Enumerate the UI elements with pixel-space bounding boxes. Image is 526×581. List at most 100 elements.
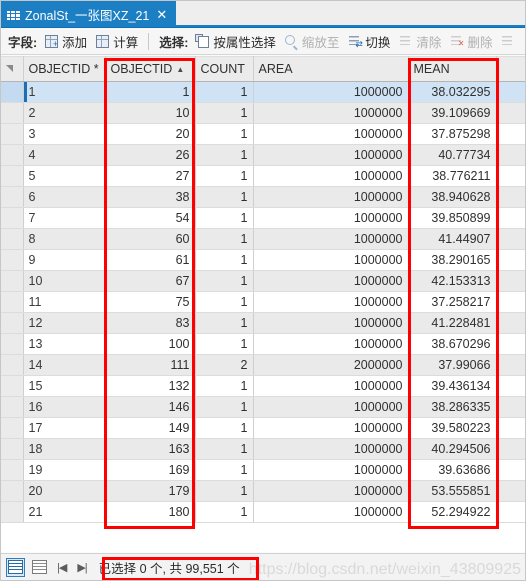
cell-count[interactable]: 1 [195, 207, 254, 229]
cell-blank[interactable] [496, 354, 525, 376]
cell-mean[interactable]: 38.032295 [408, 81, 497, 103]
cell-blank[interactable] [496, 207, 525, 229]
row-selector[interactable] [1, 375, 24, 397]
cell-objectid[interactable]: 163 [105, 438, 196, 460]
cell-count[interactable]: 1 [195, 102, 254, 124]
cell-count[interactable]: 1 [195, 312, 254, 334]
cell-blank[interactable] [496, 81, 525, 103]
cell-mean[interactable]: 41.228481 [408, 312, 497, 334]
cell-count[interactable]: 1 [195, 438, 254, 460]
switch-selection-button[interactable]: ⇄ 切换 [344, 31, 395, 52]
row-selector[interactable] [1, 186, 24, 208]
table-row[interactable]: 6 38 1 1000000 38.940628 [1, 186, 525, 208]
select-by-attributes-button[interactable]: 按属性选择 [192, 31, 281, 52]
cell-objectid-selected[interactable]: 1 [23, 81, 106, 103]
cell-area[interactable]: 1000000 [253, 375, 409, 397]
cell-blank[interactable] [496, 501, 525, 523]
cell-mean[interactable]: 39.850899 [408, 207, 497, 229]
table-row[interactable]: 2 10 1 1000000 39.109669 [1, 102, 525, 124]
table-row[interactable]: 10 67 1 1000000 42.153313 [1, 270, 525, 292]
cell-objectid[interactable]: 180 [105, 501, 196, 523]
cell-count[interactable]: 1 [195, 459, 254, 481]
cell-objectid[interactable]: 1 [105, 81, 196, 103]
cell-area[interactable]: 1000000 [253, 480, 409, 502]
cell-mean[interactable]: 38.776211 [408, 165, 497, 187]
cell-area[interactable]: 1000000 [253, 501, 409, 523]
table-row[interactable]: 21 180 1 1000000 52.294922 [1, 501, 525, 523]
cell-objectid-selected[interactable]: 21 [23, 501, 106, 523]
column-header-count[interactable]: COUNT [195, 56, 254, 82]
cell-count[interactable]: 1 [195, 165, 254, 187]
cell-objectid-selected[interactable]: 19 [23, 459, 106, 481]
cell-blank[interactable] [496, 312, 525, 334]
cell-objectid[interactable]: 100 [105, 333, 196, 355]
table-row[interactable]: 7 54 1 1000000 39.850899 [1, 207, 525, 229]
cell-count[interactable]: 1 [195, 81, 254, 103]
row-selector[interactable] [1, 144, 24, 166]
cell-blank[interactable] [496, 375, 525, 397]
cell-objectid[interactable]: 10 [105, 102, 196, 124]
cell-objectid[interactable]: 83 [105, 312, 196, 334]
cell-mean[interactable]: 38.290165 [408, 249, 497, 271]
table-row[interactable]: 5 27 1 1000000 38.776211 [1, 165, 525, 187]
cell-blank[interactable] [496, 186, 525, 208]
row-selector[interactable] [1, 123, 24, 145]
cell-area[interactable]: 1000000 [253, 270, 409, 292]
cell-count[interactable]: 1 [195, 333, 254, 355]
cell-objectid[interactable]: 67 [105, 270, 196, 292]
cell-count[interactable]: 1 [195, 123, 254, 145]
cell-area[interactable]: 1000000 [253, 417, 409, 439]
calculate-field-button[interactable]: 计算 [92, 31, 143, 52]
cell-blank[interactable] [496, 165, 525, 187]
cell-blank[interactable] [496, 438, 525, 460]
cell-objectid-selected[interactable]: 8 [23, 228, 106, 250]
cell-area[interactable]: 1000000 [253, 333, 409, 355]
cell-area[interactable]: 1000000 [253, 249, 409, 271]
row-selector[interactable] [1, 102, 24, 124]
cell-objectid[interactable]: 149 [105, 417, 196, 439]
table-row[interactable]: 12 83 1 1000000 41.228481 [1, 312, 525, 334]
cell-area[interactable]: 1000000 [253, 228, 409, 250]
cell-objectid[interactable]: 146 [105, 396, 196, 418]
cell-mean[interactable]: 39.436134 [408, 375, 497, 397]
table-row[interactable]: 1 1 1 1000000 38.032295 [1, 81, 525, 103]
select-all-corner[interactable] [1, 56, 24, 82]
cell-blank[interactable] [496, 249, 525, 271]
cell-area[interactable]: 1000000 [253, 102, 409, 124]
cell-count[interactable]: 1 [195, 228, 254, 250]
cell-count[interactable]: 1 [195, 291, 254, 313]
row-selector[interactable] [1, 228, 24, 250]
tab-zonalst[interactable]: ZonalSt_一张图XZ_21 ✕ [1, 1, 177, 27]
cell-mean[interactable]: 37.99066 [408, 354, 497, 376]
cell-blank[interactable] [496, 123, 525, 145]
cell-mean[interactable]: 42.153313 [408, 270, 497, 292]
cell-blank[interactable] [496, 144, 525, 166]
cell-objectid-selected[interactable]: 15 [23, 375, 106, 397]
cell-mean[interactable]: 39.580223 [408, 417, 497, 439]
cell-blank[interactable] [496, 396, 525, 418]
cell-area[interactable]: 1000000 [253, 312, 409, 334]
row-selector[interactable] [1, 270, 24, 292]
cell-objectid-selected[interactable]: 9 [23, 249, 106, 271]
cell-objectid[interactable]: 169 [105, 459, 196, 481]
cell-blank[interactable] [496, 291, 525, 313]
row-selector[interactable] [1, 249, 24, 271]
table-row[interactable]: 14 111 2 2000000 37.99066 [1, 354, 525, 376]
cell-count[interactable]: 1 [195, 249, 254, 271]
close-icon[interactable]: ✕ [154, 8, 169, 21]
table-row[interactable]: 9 61 1 1000000 38.290165 [1, 249, 525, 271]
table-row[interactable]: 11 75 1 1000000 37.258217 [1, 291, 525, 313]
row-selector[interactable] [1, 438, 24, 460]
cell-objectid[interactable]: 132 [105, 375, 196, 397]
table-row[interactable]: 15 132 1 1000000 39.436134 [1, 375, 525, 397]
cell-objectid-selected[interactable]: 12 [23, 312, 106, 334]
cell-area[interactable]: 1000000 [253, 396, 409, 418]
column-header-blank[interactable] [496, 56, 525, 82]
cell-blank[interactable] [496, 333, 525, 355]
cell-objectid[interactable]: 75 [105, 291, 196, 313]
cell-count[interactable]: 1 [195, 144, 254, 166]
table-row[interactable]: 20 179 1 1000000 53.555851 [1, 480, 525, 502]
cell-count[interactable]: 1 [195, 375, 254, 397]
cell-objectid[interactable]: 27 [105, 165, 196, 187]
row-selector[interactable] [1, 459, 24, 481]
